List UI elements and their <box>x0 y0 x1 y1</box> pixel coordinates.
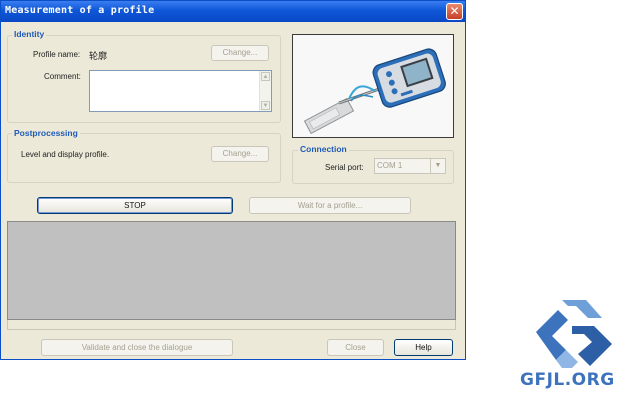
serial-port-value: COM 1 <box>377 161 403 170</box>
measurement-dialog: Measurement of a profile ✕ Identity Prof… <box>0 0 466 360</box>
close-icon[interactable]: ✕ <box>446 3 463 20</box>
profile-name-value: 轮廓 <box>89 51 108 61</box>
chevron-down-icon[interactable]: ▼ <box>430 159 445 173</box>
profilometer-illustration <box>293 35 453 137</box>
profile-name-label: Profile name: <box>33 50 81 59</box>
profile-display-area <box>7 221 456 320</box>
stop-button[interactable]: STOP <box>37 197 233 214</box>
watermark-logo-icon <box>536 300 612 368</box>
horizontal-scrollbar[interactable] <box>7 320 456 330</box>
serial-port-label: Serial port: <box>325 163 364 172</box>
help-button[interactable]: Help <box>394 339 453 356</box>
wait-for-profile-button[interactable]: Wait for a profile... <box>249 197 411 214</box>
postprocessing-group-title: Postprocessing <box>12 128 80 138</box>
identity-group-title: Identity <box>12 29 47 39</box>
close-button[interactable]: Close <box>327 339 384 356</box>
comment-label: Comment: <box>44 72 81 81</box>
watermark-text: GFJL.ORG <box>520 370 615 390</box>
comment-scrollbar[interactable]: ▲ ▼ <box>259 71 271 111</box>
postprocessing-change-button[interactable]: Change... <box>211 146 269 162</box>
connection-group-title: Connection <box>298 144 349 154</box>
identity-change-button[interactable]: Change... <box>211 45 269 61</box>
comment-textarea[interactable]: ▲ ▼ <box>89 70 272 112</box>
window-title: Measurement of a profile <box>5 5 155 16</box>
device-image <box>292 34 454 138</box>
scroll-down-icon[interactable]: ▼ <box>261 101 270 110</box>
validate-close-button[interactable]: Validate and close the dialogue <box>41 339 233 356</box>
title-bar[interactable]: Measurement of a profile ✕ <box>1 1 465 22</box>
serial-port-select[interactable]: COM 1 ▼ <box>374 158 446 174</box>
scroll-up-icon[interactable]: ▲ <box>261 72 270 81</box>
postprocessing-description: Level and display profile. <box>21 150 110 159</box>
